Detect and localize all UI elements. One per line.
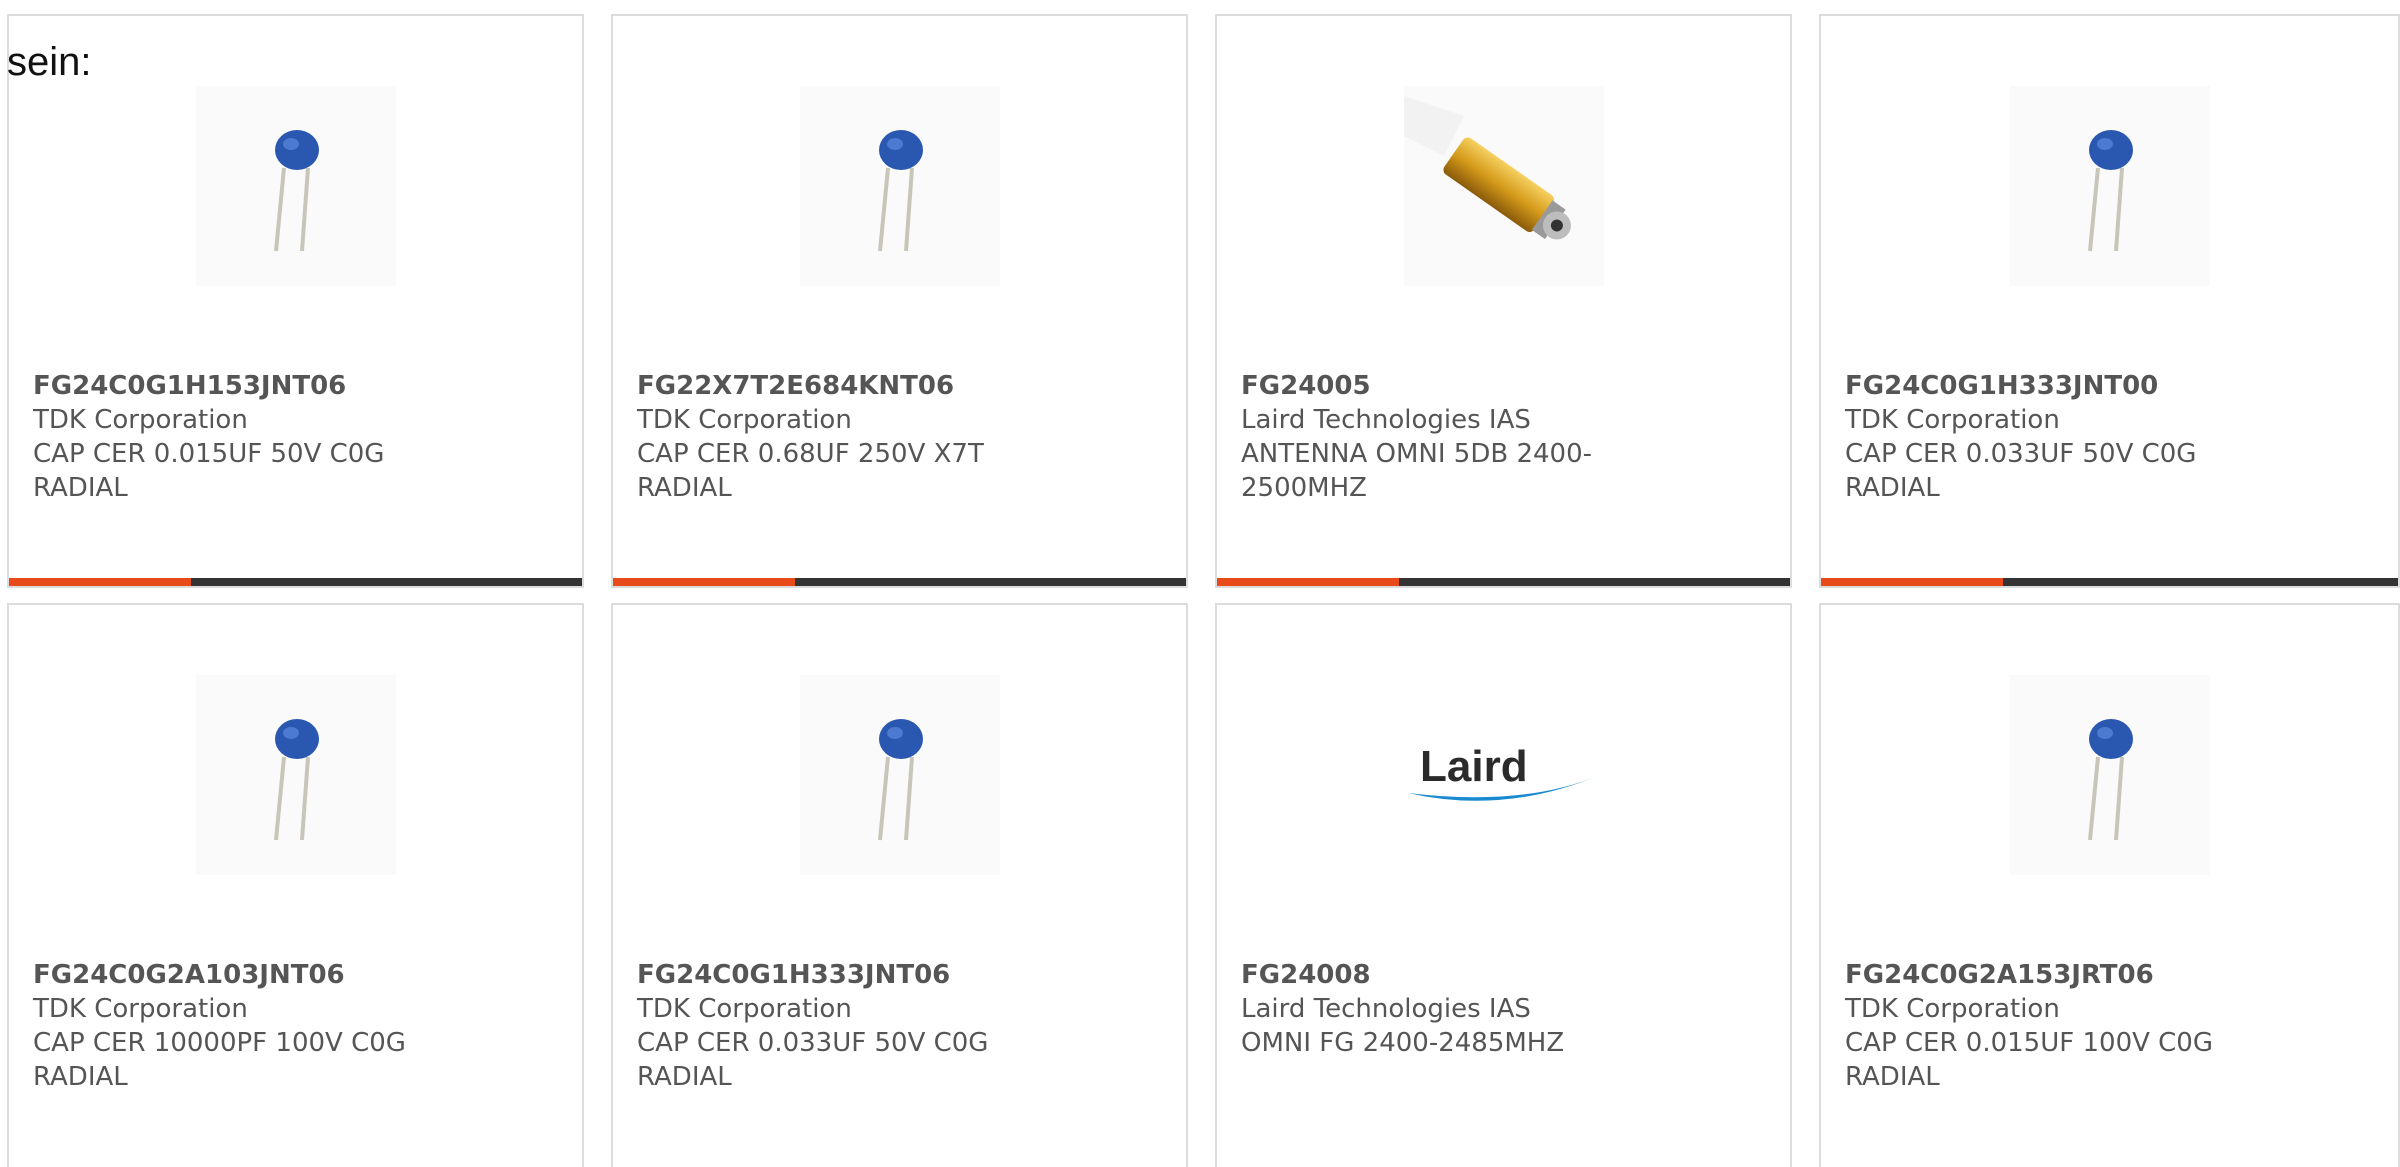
description-line: RADIAL (33, 473, 128, 503)
product-image-area[interactable] (1821, 675, 2398, 875)
ceramic-capacitor-icon (799, 86, 1000, 286)
product-card[interactable]: FG24C0G1H153JNT06 TDK Corporation CAP CE… (7, 14, 584, 588)
ceramic-capacitor-icon (2009, 675, 2210, 875)
description-line: CAP CER 0.015UF 100V C0G (1845, 1028, 2213, 1058)
description-line: RADIAL (637, 473, 732, 503)
part-number-link[interactable]: FG24005 (1241, 369, 1661, 403)
product-card[interactable]: FG24C0G2A103JNT06 TDK Corporation CAP CE… (7, 603, 584, 1167)
description-line: RADIAL (1845, 473, 1940, 503)
card-accent-bar (613, 578, 795, 586)
description-line: ANTENNA OMNI 5DB 2400- (1241, 439, 1592, 469)
manufacturer: Laird Technologies IAS (1241, 405, 1531, 435)
card-bottom-bar (1821, 578, 2398, 586)
product-image-area[interactable]: Laird (1217, 675, 1790, 875)
product-text: FG24C0G1H333JNT00 TDK Corporation CAP CE… (1845, 369, 2265, 505)
description-line: CAP CER 0.033UF 50V C0G (1845, 439, 2197, 469)
product-grid-page: sein: FG24C0G1H153JNT06 TDK Corporation … (0, 0, 2400, 1167)
product-text: FG24C0G1H153JNT06 TDK Corporation CAP CE… (33, 369, 453, 505)
product-image-area[interactable] (613, 86, 1186, 286)
product-text: FG24C0G2A153JRT06 TDK Corporation CAP CE… (1845, 958, 2265, 1094)
product-card[interactable]: FG24C0G1H333JNT00 TDK Corporation CAP CE… (1819, 14, 2400, 588)
product-image-area[interactable] (9, 86, 582, 286)
description-line: CAP CER 10000PF 100V C0G (33, 1028, 406, 1058)
product-image-area[interactable] (1821, 86, 2398, 286)
product-image-area[interactable] (9, 675, 582, 875)
card-bottom-bar (613, 578, 1186, 586)
description-line: RADIAL (1845, 1062, 1940, 1092)
product-card[interactable]: FG24005 Laird Technologies IAS ANTENNA O… (1215, 14, 1792, 588)
card-bottom-bar (1217, 578, 1790, 586)
part-number-link[interactable]: FG22X7T2E684KNT06 (637, 369, 1057, 403)
ceramic-capacitor-icon (799, 675, 1000, 875)
product-card[interactable]: FG24C0G1H333JNT06 TDK Corporation CAP CE… (611, 603, 1188, 1167)
product-text: FG24008 Laird Technologies IAS OMNI FG 2… (1241, 958, 1661, 1060)
part-number-link[interactable]: FG24008 (1241, 958, 1661, 992)
description-line: CAP CER 0.68UF 250V X7T (637, 439, 984, 469)
manufacturer: TDK Corporation (1845, 405, 2060, 435)
product-image-area[interactable] (1217, 86, 1790, 286)
svg-text:Laird: Laird (1420, 742, 1528, 791)
manufacturer: TDK Corporation (637, 994, 852, 1024)
lead-text: sein: (7, 40, 92, 84)
card-accent-bar (1217, 578, 1399, 586)
ceramic-capacitor-icon (195, 675, 396, 875)
manufacturer: TDK Corporation (33, 994, 248, 1024)
antenna-connector-icon (1403, 86, 1604, 286)
part-number-link[interactable]: FG24C0G1H153JNT06 (33, 369, 453, 403)
manufacturer: TDK Corporation (33, 405, 248, 435)
card-accent-bar (1821, 578, 2003, 586)
description-line: CAP CER 0.015UF 50V C0G (33, 439, 385, 469)
card-bottom-bar (9, 578, 582, 586)
product-image-area[interactable] (613, 675, 1186, 875)
product-text: FG24005 Laird Technologies IAS ANTENNA O… (1241, 369, 1661, 505)
description-line: OMNI FG 2400-2485MHZ (1241, 1028, 1565, 1058)
manufacturer: Laird Technologies IAS (1241, 994, 1531, 1024)
description-line: 2500MHZ (1241, 473, 1367, 503)
manufacturer: TDK Corporation (1845, 994, 2060, 1024)
product-text: FG24C0G1H333JNT06 TDK Corporation CAP CE… (637, 958, 1057, 1094)
manufacturer: TDK Corporation (637, 405, 852, 435)
card-accent-bar (9, 578, 191, 586)
part-number-link[interactable]: FG24C0G1H333JNT00 (1845, 369, 2265, 403)
description-line: RADIAL (637, 1062, 732, 1092)
product-card[interactable]: FG22X7T2E684KNT06 TDK Corporation CAP CE… (611, 14, 1188, 588)
part-number-link[interactable]: FG24C0G2A103JNT06 (33, 958, 453, 992)
product-card[interactable]: Laird FG24008 Laird Technologies IAS OMN… (1215, 603, 1792, 1167)
product-text: FG24C0G2A103JNT06 TDK Corporation CAP CE… (33, 958, 453, 1094)
part-number-link[interactable]: FG24C0G1H333JNT06 (637, 958, 1057, 992)
ceramic-capacitor-icon (195, 86, 396, 286)
description-line: CAP CER 0.033UF 50V C0G (637, 1028, 989, 1058)
ceramic-capacitor-icon (2009, 86, 2210, 286)
product-text: FG22X7T2E684KNT06 TDK Corporation CAP CE… (637, 369, 1057, 505)
part-number-link[interactable]: FG24C0G2A153JRT06 (1845, 958, 2265, 992)
description-line: RADIAL (33, 1062, 128, 1092)
laird-logo: Laird (1404, 675, 1604, 875)
product-card[interactable]: FG24C0G2A153JRT06 TDK Corporation CAP CE… (1819, 603, 2400, 1167)
